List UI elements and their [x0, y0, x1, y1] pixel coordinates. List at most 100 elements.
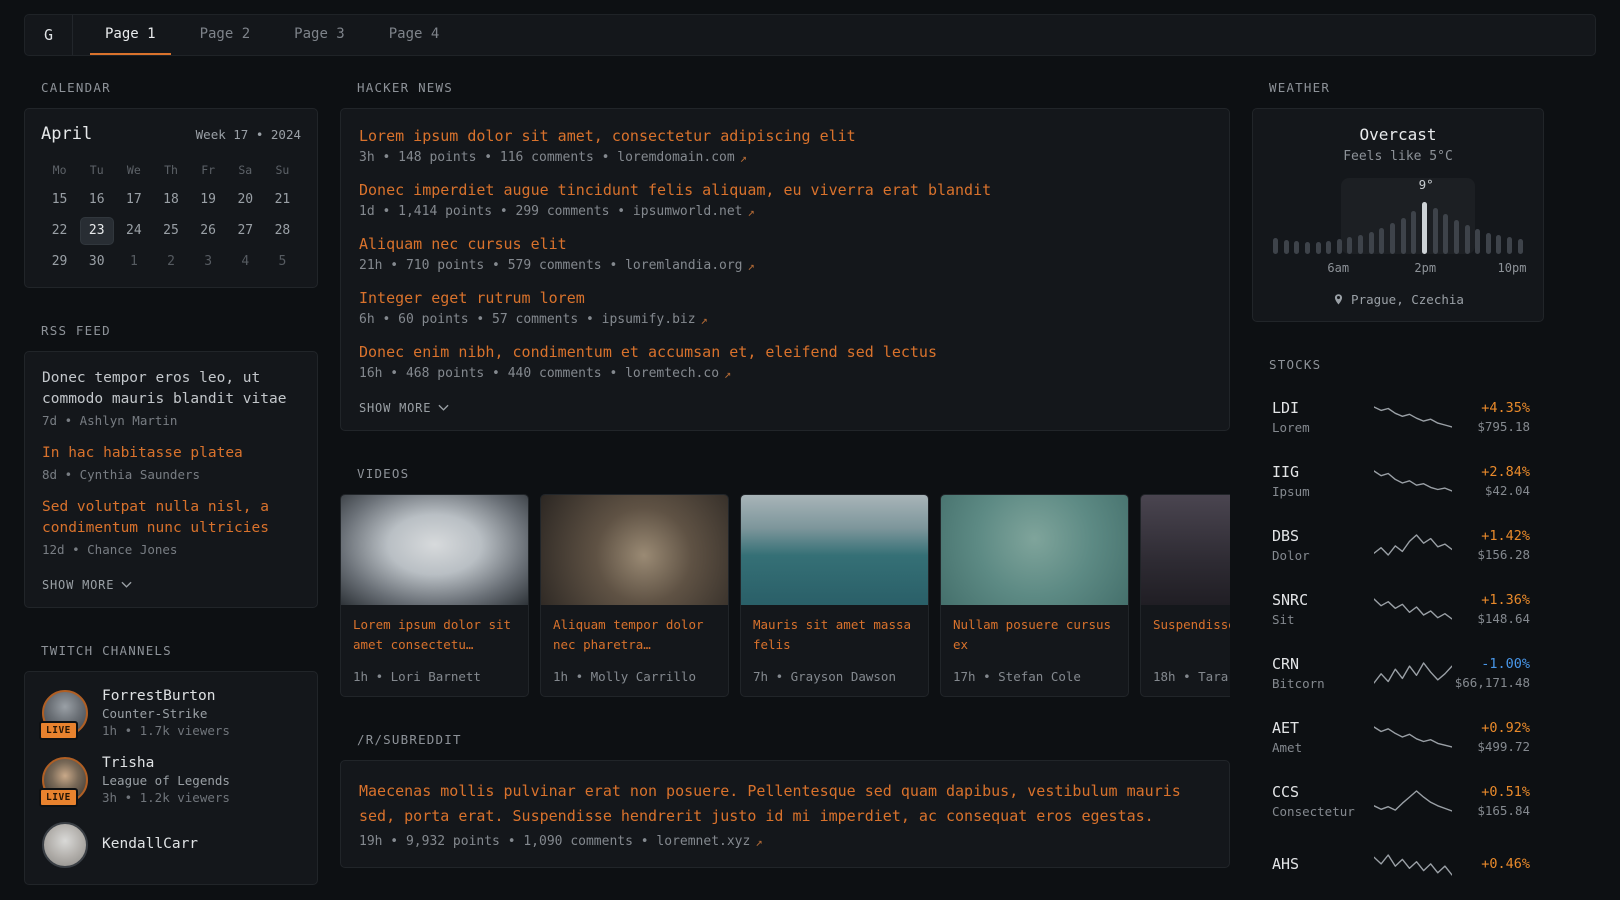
- stock-price: $42.04: [1485, 483, 1530, 498]
- news-items: Lorem ipsum dolor sit amet, consectetur …: [359, 125, 1211, 381]
- news-title-link[interactable]: Integer eget rutrum lorem: [359, 287, 1211, 309]
- twitch-channel[interactable]: LIVE ForrestBurton Counter-Strike 1h • 1…: [42, 688, 300, 738]
- stock-quote: +1.36% $148.64: [1477, 592, 1530, 626]
- calendar-day: 23: [80, 217, 114, 245]
- weather-widget-title: WEATHER: [1269, 80, 1544, 95]
- stocks-widget-title: STOCKS: [1269, 357, 1544, 372]
- stock-name: Dolor: [1272, 548, 1368, 563]
- stock-change: +0.92%: [1481, 720, 1530, 736]
- stock-ticker: IIG: [1272, 463, 1368, 481]
- stock-identity: AHS: [1272, 855, 1368, 876]
- weather-hourly-bars: [1273, 178, 1523, 254]
- video-card-body: Lorem ipsum dolor sit amet consectetu… 1…: [341, 605, 528, 696]
- page-tab[interactable]: Page 3: [279, 15, 360, 55]
- twitch-channel[interactable]: KendallCarr: [42, 822, 300, 868]
- rss-item: In hac habitasse platea 8d • Cynthia Sau…: [42, 443, 300, 482]
- video-card[interactable]: Lorem ipsum dolor sit amet consectetu… 1…: [340, 494, 529, 697]
- videos-widget-title: VIDEOS: [357, 466, 1230, 481]
- stock-price: $795.18: [1477, 419, 1530, 434]
- weather-feels-like: Feels like 5°C: [1269, 149, 1527, 164]
- news-item: Donec enim nibh, condimentum et accumsan…: [359, 341, 1211, 381]
- calendar-day: 17: [115, 184, 152, 215]
- weather-bar: [1294, 241, 1299, 254]
- stock-ticker: AET: [1272, 719, 1368, 737]
- right-column: WEATHER Overcast Feels like 5°C: [1252, 80, 1544, 900]
- stock-ticker: CCS: [1272, 783, 1368, 801]
- page-tab[interactable]: Page 1: [90, 15, 171, 55]
- rss-show-more-button[interactable]: SHOW MORE: [42, 578, 132, 592]
- news-title-link[interactable]: Donec imperdiet augue tincidunt felis al…: [359, 179, 1211, 201]
- channel-name: KendallCarr: [102, 836, 198, 852]
- calendar-day: 26: [190, 215, 227, 246]
- videos-widget: VIDEOS Lorem ipsum dolor sit amet consec…: [340, 466, 1230, 697]
- rss-widget-title: RSS FEED: [41, 323, 318, 338]
- news-title-link[interactable]: Aliquam nec cursus elit: [359, 233, 1211, 255]
- video-thumbnail: [1141, 495, 1230, 605]
- stock-price: $156.28: [1477, 547, 1530, 562]
- video-card[interactable]: Suspendisse diam 18h • Tara: [1140, 494, 1230, 697]
- weather-bar: [1454, 220, 1459, 254]
- stock-ticker: SNRC: [1272, 591, 1368, 609]
- stock-sparkline: [1374, 852, 1452, 878]
- twitch-card: LIVE ForrestBurton Counter-Strike 1h • 1…: [24, 671, 318, 885]
- video-title: Nullam posuere cursus ex: [953, 615, 1116, 655]
- weather-bar: [1465, 225, 1470, 254]
- video-card[interactable]: Aliquam tempor dolor nec pharetra… 1h • …: [540, 494, 729, 697]
- rss-item-meta: 7d • Ashlyn Martin: [42, 413, 300, 428]
- rss-widget: RSS FEED Donec tempor eros leo, ut commo…: [24, 323, 318, 608]
- stock-change: +0.51%: [1481, 784, 1530, 800]
- calendar-day: 4: [227, 246, 264, 277]
- stock-change: +4.35%: [1481, 400, 1530, 416]
- video-card[interactable]: Mauris sit amet massa felis 7h • Grayson…: [740, 494, 929, 697]
- stock-name: Amet: [1272, 740, 1368, 755]
- weather-bar: [1273, 238, 1278, 254]
- stock-price: $165.84: [1477, 803, 1530, 818]
- news-meta: 21h • 710 points • 579 comments • loreml…: [359, 258, 1211, 273]
- weather-hourly-chart: 9°: [1269, 178, 1527, 254]
- stock-sparkline: [1374, 596, 1452, 622]
- weather-condition: Overcast: [1269, 125, 1527, 144]
- channel-name: Trisha: [102, 755, 230, 771]
- weather-location: Prague, Czechia: [1269, 292, 1527, 307]
- subreddit-widget-title: /R/SUBREDDIT: [357, 732, 1230, 747]
- weather-bar: [1443, 214, 1448, 254]
- stock-identity: IIG Ipsum: [1272, 463, 1368, 499]
- hn-show-more-button[interactable]: SHOW MORE: [359, 401, 449, 415]
- rss-item-title-link[interactable]: Sed volutpat nulla nisl, a condimentum n…: [42, 497, 300, 539]
- page-tab[interactable]: Page 2: [185, 15, 266, 55]
- stock-sparkline: [1374, 468, 1452, 494]
- reddit-post-title-link[interactable]: Maecenas mollis pulvinar erat non posuer…: [359, 779, 1211, 829]
- stock-change: +1.42%: [1481, 528, 1530, 544]
- news-title-link[interactable]: Lorem ipsum dolor sit amet, consectetur …: [359, 125, 1211, 147]
- calendar-day: 3: [190, 246, 227, 277]
- stock-quote: -1.00% $66,171.48: [1455, 656, 1530, 690]
- rss-item-title-link[interactable]: In hac habitasse platea: [42, 443, 300, 464]
- hacker-news-widget-title: HACKER NEWS: [357, 80, 1230, 95]
- channel-game: League of Legends: [102, 773, 230, 788]
- stocks-widget: STOCKS LDI Lorem +4.35% $795.18: [1252, 357, 1544, 897]
- news-item: Integer eget rutrum lorem 6h • 60 points…: [359, 287, 1211, 327]
- weather-bar: [1284, 240, 1289, 254]
- stock-sparkline: [1374, 724, 1452, 750]
- twitch-channel[interactable]: LIVE Trisha League of Legends 3h • 1.2k …: [42, 755, 300, 805]
- weather-bar: [1411, 211, 1416, 254]
- weather-bar: [1379, 228, 1384, 254]
- calendar-weekday-header: Mo Tu We Th Fr Sa Su: [41, 156, 301, 184]
- video-card-body: Aliquam tempor dolor nec pharetra… 1h • …: [541, 605, 728, 696]
- rss-item-meta: 12d • Chance Jones: [42, 542, 300, 557]
- rss-item-title-link[interactable]: Donec tempor eros leo, ut commodo mauris…: [42, 368, 300, 410]
- stock-sparkline: [1374, 532, 1452, 558]
- calendar-day: 19: [190, 184, 227, 215]
- video-card[interactable]: Nullam posuere cursus ex 17h • Stefan Co…: [940, 494, 1129, 697]
- calendar-day: 15: [41, 184, 78, 215]
- location-pin-icon: [1332, 293, 1345, 306]
- videos-row: Lorem ipsum dolor sit amet consectetu… 1…: [340, 494, 1230, 697]
- news-title-link[interactable]: Donec enim nibh, condimentum et accumsan…: [359, 341, 1211, 363]
- weather-bar: [1475, 229, 1480, 254]
- page-tab[interactable]: Page 4: [374, 15, 455, 55]
- calendar-card: April Week 17 • 2024 Mo Tu We Th Fr: [24, 108, 318, 288]
- weather-time-label: 6am: [1327, 261, 1349, 275]
- weather-bar: [1433, 208, 1438, 254]
- avatar: LIVE: [42, 757, 88, 803]
- channel-info: Trisha League of Legends 3h • 1.2k viewe…: [102, 755, 230, 805]
